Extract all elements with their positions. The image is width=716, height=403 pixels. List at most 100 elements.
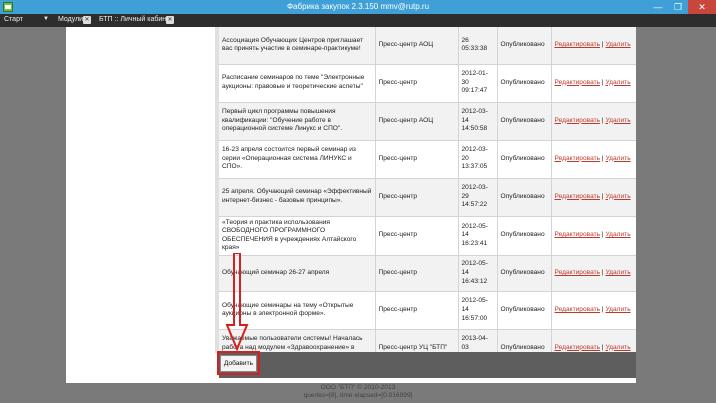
close-icon[interactable]: ✕ bbox=[83, 16, 91, 24]
date-part: 2012-01- bbox=[461, 70, 488, 78]
row-actions: Редактировать | Удалить bbox=[551, 140, 636, 179]
news-status: Опубликовано bbox=[497, 27, 552, 65]
time-part: 16:57:00 bbox=[461, 314, 488, 322]
row-actions: Редактировать | Удалить bbox=[551, 102, 636, 141]
delete-link[interactable]: Удалить bbox=[605, 231, 630, 238]
delete-link[interactable]: Удалить bbox=[605, 79, 630, 86]
news-date: 2012-05- 14 16:57:00 bbox=[458, 291, 498, 330]
delete-link[interactable]: Удалить bbox=[605, 155, 630, 162]
news-title: Ассоциация Обучающих Центров приглашает … bbox=[219, 27, 376, 65]
separator: | bbox=[601, 40, 604, 48]
table-row: Обучающий семинар 26-27 апреля Пресс-цент… bbox=[219, 255, 636, 292]
date-part: 2012-05- bbox=[461, 222, 488, 230]
start-menu[interactable]: Старт bbox=[4, 16, 23, 23]
date-part: 2012-03- bbox=[461, 108, 488, 116]
row-actions: Редактировать | Удалить bbox=[551, 255, 636, 292]
tab-bar: Старт ▼ Модули ✕ БТП :: Личный кабинет ✕ bbox=[0, 14, 716, 27]
news-author: Пресс-центр bbox=[375, 255, 459, 292]
news-author: Пресс-центр bbox=[375, 291, 459, 330]
edit-link[interactable]: Редактировать bbox=[555, 344, 601, 351]
arrow-down-icon bbox=[225, 253, 249, 352]
date-part: 14 bbox=[461, 116, 469, 124]
time-part: 14:50:58 bbox=[461, 125, 488, 133]
date-part: 2012-03- bbox=[461, 146, 488, 154]
row-actions: Редактировать | Удалить bbox=[551, 27, 636, 65]
delete-link[interactable]: Удалить bbox=[605, 117, 630, 124]
separator: | bbox=[601, 78, 604, 86]
date-part: 2012-05- bbox=[461, 297, 488, 305]
date-part: 2013-04- bbox=[461, 334, 488, 342]
date-part: 03 bbox=[461, 343, 469, 351]
news-status: Опубликовано bbox=[497, 64, 552, 103]
edit-link[interactable]: Редактировать bbox=[555, 117, 601, 124]
edit-link[interactable]: Редактировать bbox=[555, 306, 601, 313]
date-part: 29 bbox=[461, 192, 469, 200]
edit-link[interactable]: Редактировать bbox=[555, 155, 601, 162]
maximize-button[interactable]: ❐ bbox=[668, 0, 688, 14]
news-date: 2012-05- 14 16:23:41 bbox=[458, 216, 498, 256]
row-actions: Редактировать | Удалить bbox=[551, 216, 636, 256]
close-icon[interactable]: ✕ bbox=[166, 16, 174, 24]
time-part: 16:23:41 bbox=[461, 239, 488, 247]
delete-link[interactable]: Удалить bbox=[605, 306, 630, 313]
news-status: Опубликовано bbox=[497, 140, 552, 179]
time-part: 16:43:12 bbox=[461, 277, 488, 285]
table-row: Расписание семинаров по теме "Электронны… bbox=[219, 64, 636, 103]
date-part: 14 bbox=[461, 269, 469, 277]
minimize-button[interactable]: — bbox=[648, 0, 668, 14]
date-part: 14 bbox=[461, 306, 469, 314]
news-date: 2012-03- 14 14:50:58 bbox=[458, 102, 498, 141]
separator: | bbox=[601, 306, 604, 314]
news-status: Опубликовано bbox=[497, 291, 552, 330]
date-part: 14 bbox=[461, 231, 469, 239]
edit-link[interactable]: Редактировать bbox=[555, 269, 601, 276]
separator: | bbox=[601, 231, 604, 239]
chevron-down-icon[interactable]: ▼ bbox=[43, 16, 49, 22]
time-part: 13:37:05 bbox=[461, 163, 488, 171]
separator: | bbox=[601, 269, 604, 277]
news-title: Первый цикл программы повышения квалифик… bbox=[219, 102, 376, 141]
tab-modules[interactable]: Модули bbox=[58, 16, 83, 23]
date-part: 2012-03- bbox=[461, 184, 488, 192]
edit-link[interactable]: Редактировать bbox=[555, 193, 601, 200]
close-button[interactable]: ✕ bbox=[688, 0, 716, 14]
date-part: 2012-05- bbox=[461, 260, 488, 268]
edit-link[interactable]: Редактировать bbox=[555, 79, 601, 86]
news-title: Расписание семинаров по теме "Электронны… bbox=[219, 64, 376, 103]
news-date: 26 05:33:38 bbox=[458, 27, 498, 65]
news-status: Опубликовано bbox=[497, 178, 552, 217]
news-date: 2012-01- 30 09:17:47 bbox=[458, 64, 498, 103]
table-row: 25 апреля. Обучающий семинар «Эффективны… bbox=[219, 178, 636, 217]
date-part: 30 bbox=[461, 78, 469, 86]
edit-link[interactable]: Редактировать bbox=[555, 41, 601, 48]
news-table: Ассоциация Обучающих Центров приглашает … bbox=[219, 27, 636, 367]
date-part: 20 bbox=[461, 154, 469, 162]
separator: | bbox=[601, 116, 604, 124]
table-row: Ассоциация Обучающих Центров приглашает … bbox=[219, 27, 636, 65]
time-part: 14:57:22 bbox=[461, 201, 488, 209]
delete-link[interactable]: Удалить bbox=[605, 193, 630, 200]
news-status: Опубликовано bbox=[497, 216, 552, 256]
delete-link[interactable]: Удалить bbox=[605, 41, 630, 48]
news-date: 2012-03- 29 14:57:22 bbox=[458, 178, 498, 217]
news-date: 2012-03- 20 13:37:05 bbox=[458, 140, 498, 179]
row-actions: Редактировать | Удалить bbox=[551, 291, 636, 330]
news-title: 25 апреля. Обучающий семинар «Эффективны… bbox=[219, 178, 376, 217]
time-part: 05:33:38 bbox=[461, 45, 488, 53]
news-author: Пресс-центр АОЦ bbox=[375, 27, 459, 65]
news-date: 2012-05- 14 16:43:12 bbox=[458, 255, 498, 292]
news-author: Пресс-центр bbox=[375, 178, 459, 217]
news-author: Пресс-центр bbox=[375, 64, 459, 103]
news-title: 16-23 апреля состоится первый семинар из… bbox=[219, 140, 376, 179]
table-row: «Теория и практика использования СВОБОДН… bbox=[219, 216, 636, 256]
delete-link[interactable]: Удалить bbox=[605, 269, 630, 276]
stats-line: queries=[8], time elapsed=[0.016999] bbox=[303, 392, 413, 399]
edit-link[interactable]: Редактировать bbox=[555, 231, 601, 238]
news-author: Пресс-центр bbox=[375, 140, 459, 179]
tab-cabinet[interactable]: БТП :: Личный кабинет bbox=[99, 16, 173, 23]
news-title: «Теория и практика использования СВОБОДН… bbox=[219, 216, 376, 256]
window-title: Фабрика закупок 2.3.150 mmv@rutp.ru bbox=[286, 2, 430, 11]
delete-link[interactable]: Удалить bbox=[605, 344, 630, 351]
separator: | bbox=[601, 343, 604, 351]
row-actions: Редактировать | Удалить bbox=[551, 178, 636, 217]
